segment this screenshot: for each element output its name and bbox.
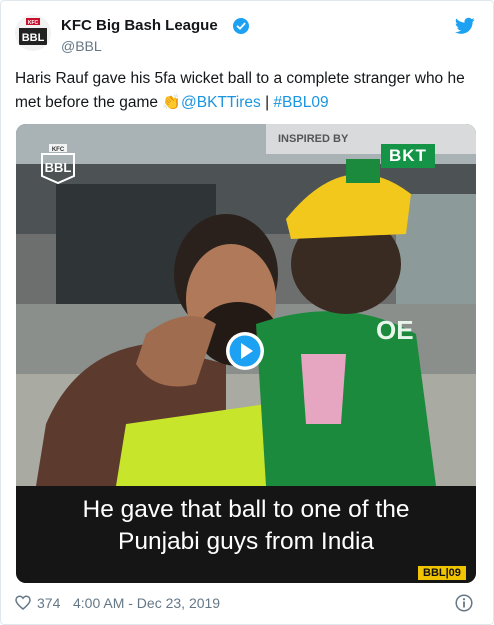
- avatar-text: BBL: [22, 32, 45, 44]
- play-icon[interactable]: [225, 331, 265, 371]
- timestamp[interactable]: 4:00 AM - Dec 23, 2019: [73, 595, 220, 611]
- video-frame: INSPIRED BY OE: [16, 124, 476, 486]
- media-logo-badge: KFC: [52, 147, 65, 153]
- like-count[interactable]: 374: [37, 595, 60, 611]
- tweet-card: KFC BBL KFC Big Bash League @BBL Haris R…: [0, 0, 494, 625]
- info-icon[interactable]: [455, 594, 473, 612]
- video-media[interactable]: INSPIRED BY OE KFC BBL BKT He gave that …: [16, 124, 476, 583]
- tweet-text: Haris Rauf gave his 5fa wicket ball to a…: [15, 67, 477, 115]
- tweet-footer: 374 4:00 AM - Dec 23, 2019: [15, 593, 477, 613]
- verified-badge-icon: [233, 18, 249, 34]
- sponsor-badge: BKT: [381, 144, 435, 168]
- svg-text:OE: OE: [376, 315, 414, 345]
- bbl-logo: KFC BBL: [38, 144, 78, 185]
- author-handle[interactable]: @BBL: [61, 38, 102, 54]
- author-name[interactable]: KFC Big Bash League: [61, 17, 218, 34]
- mention-link[interactable]: @BKTTires: [181, 94, 261, 111]
- avatar[interactable]: KFC BBL: [15, 15, 51, 51]
- twitter-bird-icon[interactable]: [455, 17, 475, 35]
- caption-line-1: He gave that ball to one of the: [82, 496, 410, 523]
- heart-icon[interactable]: [15, 595, 31, 610]
- video-caption: He gave that ball to one of the Punjabi …: [16, 494, 476, 558]
- hashtag-link[interactable]: #BBL09: [273, 94, 328, 111]
- caption-line-2: Punjabi guys from India: [117, 528, 375, 555]
- background-sign: INSPIRED BY: [278, 133, 349, 145]
- separator: |: [260, 94, 274, 111]
- watermark: BBL|09: [418, 566, 466, 580]
- avatar-badge: KFC: [28, 20, 39, 26]
- media-logo-text: BBL: [45, 160, 72, 175]
- clapping-hands-emoji: 👏: [162, 94, 182, 111]
